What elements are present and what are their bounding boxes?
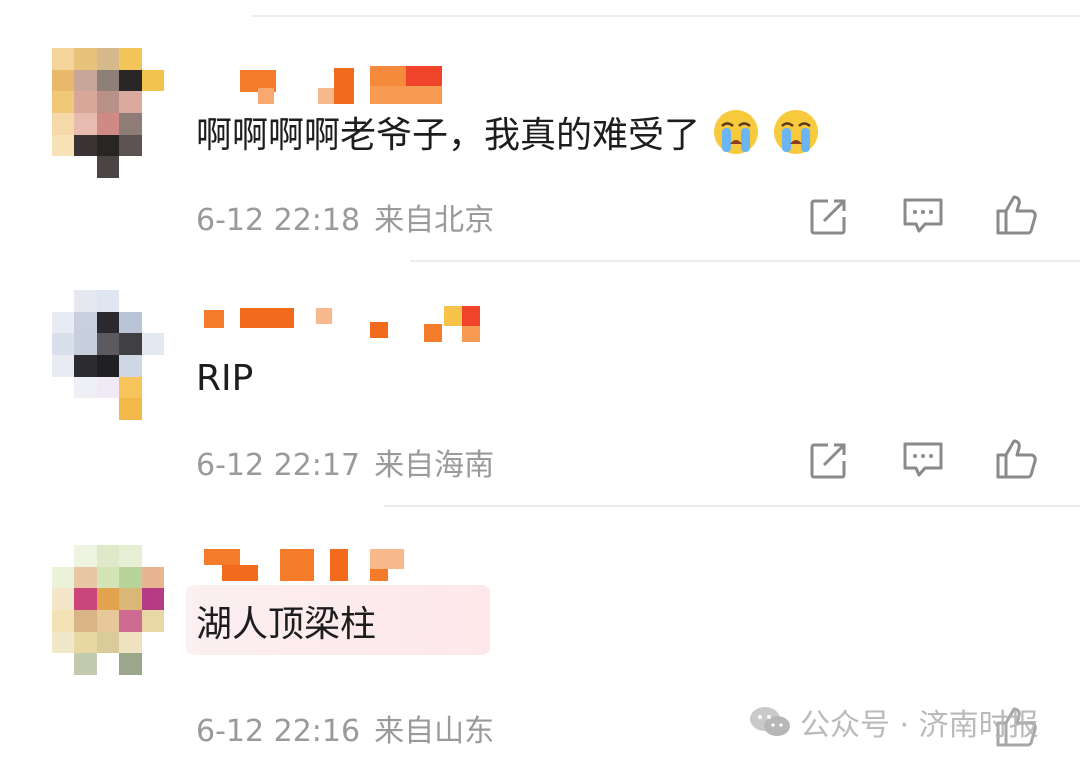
watermark-text: 公众号 · 济南时报 [800, 708, 1039, 743]
comment-text-content: 湖人顶梁柱 [196, 604, 377, 645]
share-icon[interactable] [806, 437, 852, 483]
comment-item: RIP 6-12 22:17 来自海南 [0, 262, 1080, 505]
loudly-crying-face-icon [772, 108, 820, 156]
comment-text: 啊啊啊啊老爷子，我真的难受了 [196, 104, 820, 160]
comment-text-content: 啊啊啊啊老爷子，我真的难受了 [196, 115, 701, 156]
comment-location: 来自北京 [374, 203, 495, 238]
comment-text: RIP [196, 350, 253, 406]
username-mosaic[interactable] [200, 306, 480, 350]
avatar[interactable] [52, 545, 164, 675]
share-icon[interactable] [806, 193, 852, 239]
wechat-icon [750, 707, 790, 736]
loudly-crying-face-icon [712, 108, 760, 156]
comment-meta: 6-12 22:16 来自山东 [196, 706, 494, 750]
comment-text: 湖人顶梁柱 [196, 593, 376, 649]
comment-icon[interactable] [900, 437, 946, 483]
username-mosaic[interactable] [200, 545, 480, 589]
avatar[interactable] [52, 290, 164, 420]
comment-meta: 6-12 22:18 来自北京 [196, 195, 494, 239]
comment-time: 6-12 22:16 [196, 714, 361, 749]
avatar[interactable] [52, 48, 164, 178]
watermark: 公众号 · 济南时报 [748, 700, 1039, 744]
comment-item: 啊啊啊啊老爷子，我真的难受了 6-12 22:18 来自北京 [0, 0, 1080, 260]
comment-time: 6-12 22:17 [196, 448, 361, 483]
comment-time: 6-12 22:18 [196, 203, 361, 238]
comment-location: 来自海南 [374, 448, 495, 483]
comment-icon[interactable] [900, 193, 946, 239]
comment-meta: 6-12 22:17 来自海南 [196, 440, 494, 484]
comment-text-content: RIP [196, 357, 254, 399]
comment-location: 来自山东 [374, 714, 495, 749]
like-icon[interactable] [994, 435, 1040, 481]
like-icon[interactable] [994, 191, 1040, 237]
